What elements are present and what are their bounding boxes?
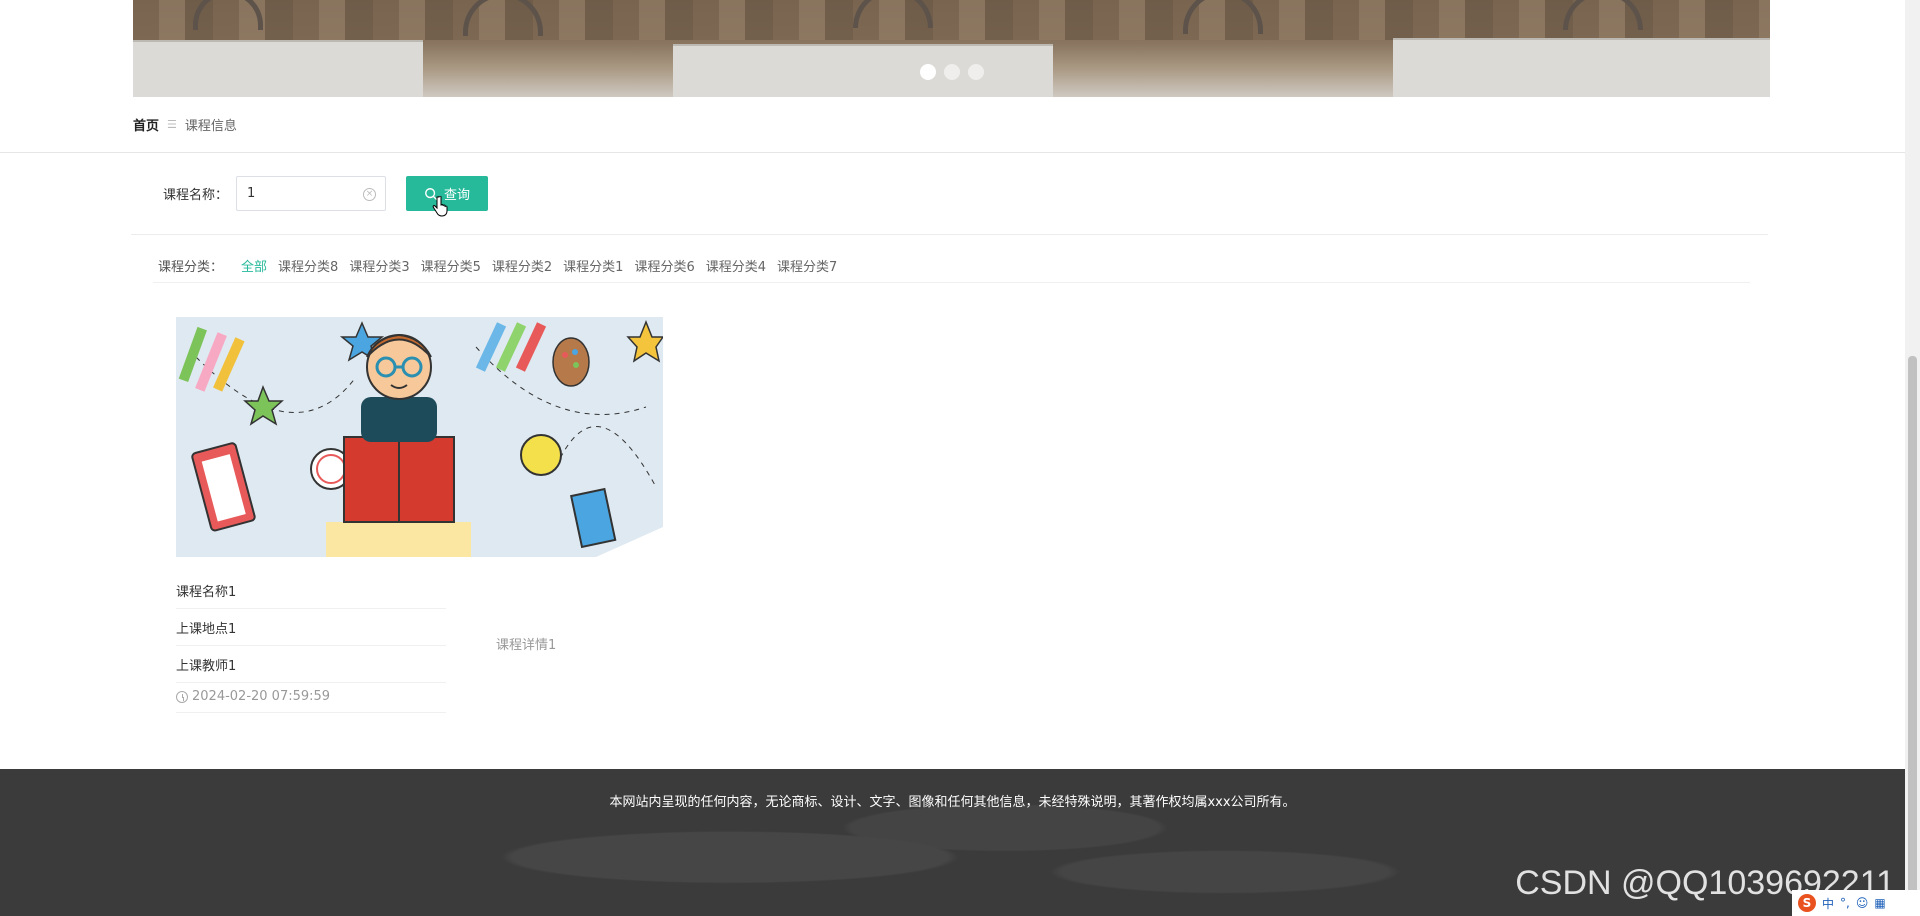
banner-chair xyxy=(853,0,933,28)
divider xyxy=(0,152,1905,153)
sogou-logo-icon[interactable]: S xyxy=(1798,894,1816,912)
clock-icon xyxy=(176,690,188,703)
course-time: 2024-02-20 07:59:59 xyxy=(176,689,446,713)
mouse-pointer-icon xyxy=(432,196,448,217)
clear-icon[interactable]: × xyxy=(363,188,377,201)
footer: 本网站内呈现的任何内容，无论商标、设计、文字、图像和任何其他信息，未经特殊说明，… xyxy=(0,769,1905,916)
category-filter: 课程分类： 全部 课程分类8 课程分类3 课程分类5 课程分类2 课程分类1 课… xyxy=(158,256,848,275)
category-item[interactable]: 课程分类1 xyxy=(563,256,623,275)
divider xyxy=(131,234,1768,235)
search-field: × xyxy=(236,176,387,211)
banner-chair xyxy=(463,0,543,36)
category-item[interactable]: 课程分类2 xyxy=(492,256,552,275)
ime-toolbar[interactable]: S 中 °, ☺ ▦ xyxy=(1792,890,1920,916)
breadcrumb-home-link[interactable]: 首页 xyxy=(133,115,159,134)
category-item[interactable]: 课程分类4 xyxy=(706,256,766,275)
page: 首页 ☰ 课程信息 课程名称： × 查询 课程分类： 全部 课程分类8 课程分类… xyxy=(0,0,1920,916)
category-item[interactable]: 课程分类8 xyxy=(278,256,338,275)
search-label: 课程名称： xyxy=(163,188,229,203)
course-name: 课程名称1 xyxy=(176,581,446,609)
carousel-indicators xyxy=(133,64,1770,80)
course-detail: 课程详情1 xyxy=(496,638,557,653)
banner-chair xyxy=(1183,0,1263,34)
divider xyxy=(153,282,1750,283)
banner-chair xyxy=(1563,0,1643,30)
emoji-icon[interactable]: ☺ xyxy=(1856,896,1869,910)
breadcrumb-current: 课程信息 xyxy=(184,119,237,134)
page-scrollbar[interactable] xyxy=(1905,0,1920,916)
category-item[interactable]: 课程分类6 xyxy=(634,256,694,275)
carousel-dot[interactable] xyxy=(943,64,960,80)
carousel-dot[interactable] xyxy=(919,64,936,80)
punctuation-icon[interactable]: °, xyxy=(1840,896,1850,910)
category-item[interactable]: 课程分类5 xyxy=(421,256,481,275)
course-image[interactable] xyxy=(176,317,663,557)
category-item[interactable]: 课程分类7 xyxy=(777,256,837,275)
ime-mode[interactable]: 中 xyxy=(1822,895,1834,912)
banner-carousel[interactable] xyxy=(133,0,1770,97)
keyboard-icon[interactable]: ▦ xyxy=(1874,896,1885,910)
category-item[interactable]: 全部 xyxy=(241,256,267,275)
category-label: 课程分类： xyxy=(158,260,224,275)
category-item[interactable]: 课程分类3 xyxy=(349,256,409,275)
course-location: 上课地点1 xyxy=(176,618,446,646)
breadcrumb-separator-icon: ☰ xyxy=(167,118,177,131)
course-teacher: 上课教师1 xyxy=(176,655,446,683)
banner-chair xyxy=(193,0,263,30)
scrollbar-thumb[interactable] xyxy=(1908,356,1917,896)
banner-floor xyxy=(133,0,1770,40)
course-illustration xyxy=(176,317,663,557)
course-time-value: 2024-02-20 07:59:59 xyxy=(192,689,331,704)
footer-copyright: 本网站内呈现的任何内容，无论商标、设计、文字、图像和任何其他信息，未经特殊说明，… xyxy=(609,795,1296,810)
breadcrumb: 首页 ☰ 课程信息 xyxy=(133,115,237,134)
carousel-dot[interactable] xyxy=(967,64,984,80)
